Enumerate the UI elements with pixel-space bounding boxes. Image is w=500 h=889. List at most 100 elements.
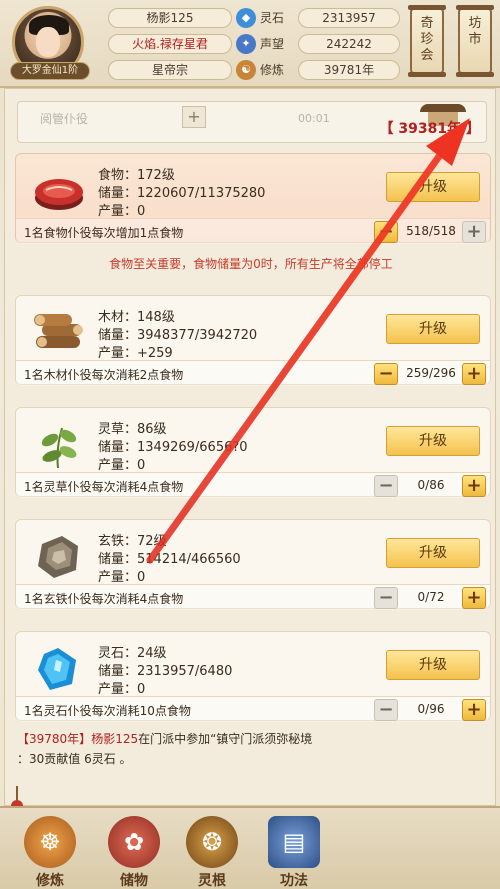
- servant-description: 1名食物仆役每次增加1点食物: [24, 226, 184, 240]
- bag-icon: ✿: [108, 816, 160, 868]
- market-label: 坊市: [468, 16, 482, 47]
- resource-card-spirit-stone: 灵石：24级 储量：2313957/6480 产量：0 升级 1名灵石仆役每次消…: [15, 631, 491, 722]
- resource-level: 木材：148级: [98, 310, 175, 325]
- resource-storage: 储量：3948377/3942720: [98, 328, 258, 343]
- top-header: 大罗金仙1阶 杨影125 火焰.禄存星君 星帝宗 ◆ 灵石 2313957 ✦ …: [0, 0, 500, 88]
- servant-bar: 1名玄铁仆役每次消耗4点食物 − 0/72 +: [16, 584, 490, 610]
- prestige-icon: ✦: [236, 34, 256, 54]
- book-icon: ▤: [268, 816, 320, 868]
- activity-log: 【39780年】杨影125在门派中参加“镇守门派须弥秘境 ：30贡献值 6灵石 …: [17, 729, 487, 789]
- player-title: 火焰.禄存星君: [108, 34, 232, 54]
- servant-count: 0/86: [417, 478, 445, 492]
- nav-skills[interactable]: ▤ 功法: [254, 814, 334, 889]
- resource-storage: 储量：2313957/6480: [98, 664, 233, 679]
- treasure-fair-label: 奇珍会: [420, 16, 434, 63]
- spirit-stone-icon: ◆: [236, 8, 256, 28]
- log-player-name: 杨影125: [91, 732, 139, 746]
- faded-notice-text: 阅管仆役: [40, 112, 89, 126]
- residence-icon: [420, 98, 466, 126]
- resource-output: 产量：0: [98, 458, 146, 473]
- servant-bar: 1名灵草仆役每次消耗4点食物 − 0/86 +: [16, 472, 490, 498]
- market-button[interactable]: 坊市: [456, 5, 494, 77]
- servant-bar: 1名木材仆役每次消耗2点食物 − 259/296 +: [16, 360, 490, 386]
- resource-card-iron: 玄铁：72级 储量：514214/466560 产量：0 升级 1名玄铁仆役每次…: [15, 519, 491, 610]
- wood-logs-icon: [34, 314, 83, 348]
- servant-description: 1名灵草仆役每次消耗4点食物: [24, 480, 184, 494]
- bottom-nav: ☸ 修炼 ✿ 储物 ❂ 灵根 ▤ 功法: [0, 806, 500, 889]
- meditate-icon: ☸: [24, 816, 76, 868]
- increase-servant-button[interactable]: +: [462, 699, 486, 721]
- residence-panel: 阅管仆役 + 00:01 【 39381年 】 仙居 食物：172级 储量：12…: [4, 88, 496, 806]
- faded-time: 00:01: [298, 112, 330, 125]
- nav-label: 储物: [120, 873, 148, 889]
- servant-count: 0/96: [417, 702, 445, 716]
- stat-value: 39781年: [298, 60, 400, 80]
- upgrade-button[interactable]: 升级: [386, 172, 480, 202]
- spirit-root-icon: ❂: [186, 816, 238, 868]
- increase-servant-button[interactable]: +: [462, 587, 486, 609]
- resource-storage: 储量：1220607/11375280: [98, 186, 266, 201]
- stat-prestige: ✦ 声望 242242: [236, 34, 400, 54]
- servant-count: 0/72: [417, 590, 445, 604]
- upgrade-button[interactable]: 升级: [386, 314, 480, 344]
- nav-label: 灵根: [198, 873, 226, 889]
- resource-level: 灵石：24级: [98, 646, 167, 661]
- resource-output: 产量：0: [98, 682, 146, 697]
- log-text-line2: ：30贡献值 6灵石 。: [17, 752, 132, 766]
- resource-output: 产量：0: [98, 570, 146, 585]
- servant-description: 1名玄铁仆役每次消耗4点食物: [24, 592, 184, 606]
- upgrade-button[interactable]: 升级: [386, 650, 480, 680]
- player-name: 杨影125: [108, 8, 232, 28]
- stat-label: 声望: [260, 37, 285, 51]
- resource-level: 玄铁：72级: [98, 534, 167, 549]
- nav-cultivate[interactable]: ☸ 修炼: [10, 814, 90, 889]
- stat-value: 2313957: [298, 8, 400, 28]
- servant-bar: 1名灵石仆役每次消耗10点食物 − 0/96 +: [16, 696, 490, 722]
- servant-count: 518/518: [406, 224, 456, 238]
- decrease-servant-button[interactable]: −: [374, 475, 398, 497]
- cultivation-icon: ☯: [236, 60, 256, 80]
- servant-description: 1名灵石仆役每次消耗10点食物: [24, 704, 191, 718]
- upgrade-button[interactable]: 升级: [386, 538, 480, 568]
- decrease-servant-button[interactable]: −: [374, 363, 398, 385]
- resource-output: 产量：+259: [98, 346, 173, 361]
- log-text: 在门派中参加“镇守门派须弥秘境: [138, 732, 313, 746]
- increase-servant-button[interactable]: +: [462, 363, 486, 385]
- avatar-face: [36, 27, 60, 57]
- log-year: 【39780年】: [17, 732, 92, 746]
- servant-count: 259/296: [406, 366, 456, 380]
- crystal-icon: [38, 648, 76, 690]
- stat-value: 242242: [298, 34, 400, 54]
- player-sect: 星帝宗: [108, 60, 232, 80]
- notice-bar: 阅管仆役 + 00:01 【 39381年 】 仙居: [17, 98, 487, 155]
- resource-card-wood: 木材：148级 储量：3948377/3942720 产量：+259 升级 1名…: [15, 295, 491, 386]
- nav-storage[interactable]: ✿ 储物: [94, 814, 174, 889]
- food-warning: 食物至关重要，食物储量为0时，所有生产将全部停工: [109, 257, 393, 271]
- nav-label: 功法: [280, 873, 308, 889]
- herb-icon: [41, 427, 77, 469]
- decrease-servant-button[interactable]: −: [374, 221, 398, 243]
- resource-card-food: 食物：172级 储量：1220607/11375280 产量：0 升级 1名食物…: [15, 153, 491, 244]
- iron-ore-icon: [38, 536, 78, 578]
- resource-level: 食物：172级: [98, 168, 175, 183]
- increase-servant-button[interactable]: +: [462, 475, 486, 497]
- resource-level: 灵草：86级: [98, 422, 167, 437]
- nav-label: 修炼: [36, 873, 64, 889]
- add-servant-button[interactable]: +: [182, 106, 206, 128]
- treasure-fair-button[interactable]: 奇珍会: [408, 5, 446, 77]
- servant-bar: 1名食物仆役每次增加1点食物 − 518/518 +: [16, 218, 490, 244]
- rank-tag: 大罗金仙1阶: [10, 62, 90, 80]
- resource-storage: 储量：514214/466560: [98, 552, 241, 567]
- upgrade-button[interactable]: 升级: [386, 426, 480, 456]
- resource-storage: 储量：1349269/6656?0: [98, 440, 248, 455]
- meat-icon: [35, 179, 83, 210]
- decrease-servant-button[interactable]: −: [374, 699, 398, 721]
- nav-spirit-root[interactable]: ❂ 灵根: [172, 814, 252, 889]
- increase-servant-button[interactable]: +: [462, 221, 486, 243]
- year-tag: 【 39381年 】: [379, 121, 480, 137]
- stat-label: 灵石: [260, 11, 285, 25]
- servant-description: 1名木材仆役每次消耗2点食物: [24, 368, 184, 382]
- resource-card-herb: 灵草：86级 储量：1349269/6656?0 产量：0 升级 1名灵草仆役每…: [15, 407, 491, 498]
- stat-label: 修炼: [260, 63, 285, 77]
- decrease-servant-button[interactable]: −: [374, 587, 398, 609]
